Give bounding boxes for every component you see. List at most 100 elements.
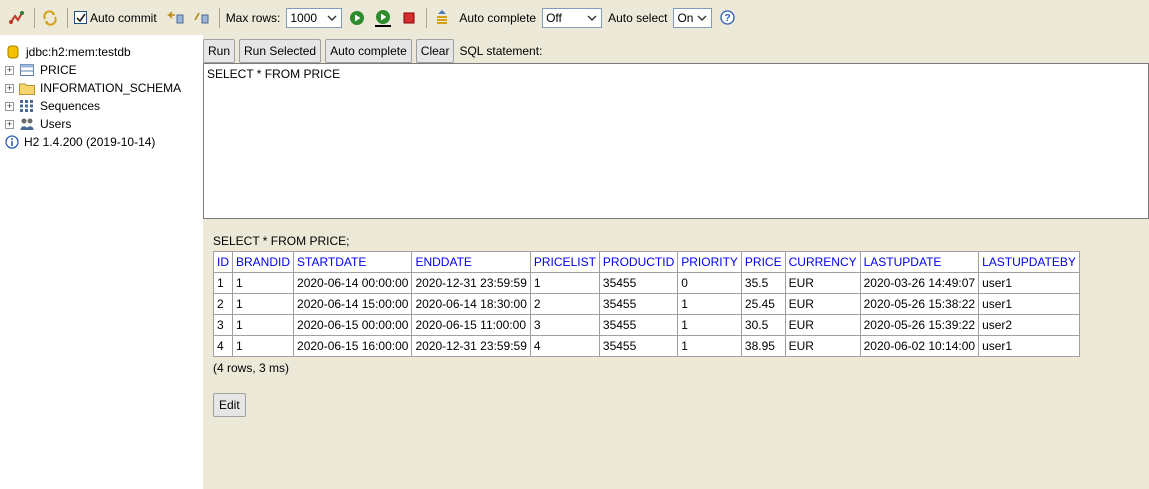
sql-editor[interactable]: SELECT * FROM PRICE — [203, 63, 1149, 219]
run-selected-icon[interactable] — [374, 9, 392, 27]
table-cell: 2020-12-31 23:59:59 — [411, 272, 531, 294]
svg-text:?: ? — [724, 13, 730, 24]
query-button-bar: Run Run Selected Auto complete Clear SQL… — [203, 39, 542, 63]
auto-select-label: Auto select — [608, 10, 668, 25]
table-cell: 1 — [231, 335, 295, 357]
edit-button[interactable]: Edit — [213, 393, 246, 417]
sql-statement-label: SQL statement: — [459, 44, 543, 58]
toolbar-separator — [67, 7, 68, 28]
table-cell: 35455 — [598, 272, 679, 294]
chevron-down-icon — [585, 11, 599, 25]
table-cell: 2020-06-02 10:14:00 — [859, 335, 980, 357]
run-button[interactable]: Run — [203, 39, 236, 63]
clear-button[interactable]: Clear — [415, 39, 455, 63]
tree-item-users[interactable]: + Users — [5, 115, 203, 133]
table-cell: 2020-05-26 15:38:22 — [859, 293, 980, 315]
table-icon — [19, 63, 35, 77]
table-cell: 35455 — [598, 314, 679, 336]
table-cell: user1 — [978, 293, 1080, 315]
tree-item-label: INFORMATION_SCHEMA — [40, 81, 182, 95]
column-header-id[interactable]: ID — [213, 251, 233, 273]
toolbar-separator — [426, 7, 428, 28]
result-panel: SELECT * FROM PRICE; ID BRANDID STARTDATE E… — [213, 234, 1080, 417]
table-cell: 1 — [231, 314, 295, 336]
table-cell: 2020-03-26 14:49:07 — [859, 272, 980, 294]
table-cell: user2 — [978, 314, 1080, 336]
table-cell: 35455 — [598, 335, 679, 357]
run-icon[interactable] — [348, 9, 366, 27]
column-header-startdate[interactable]: STARTDATE — [293, 251, 413, 273]
result-table: ID BRANDID STARTDATE ENDDATE PRICELIST PRODUC… — [213, 251, 1080, 357]
table-cell: 2020-06-15 16:00:00 — [293, 335, 413, 357]
column-header-enddate[interactable]: ENDDATE — [411, 251, 531, 273]
column-header-pricelist[interactable]: PRICELIST — [529, 251, 600, 273]
max-rows-select[interactable]: 1000 — [286, 7, 343, 28]
info-icon — [5, 135, 19, 149]
column-header-price[interactable]: PRICE — [740, 251, 786, 273]
table-cell: user1 — [978, 272, 1080, 294]
expand-icon[interactable]: + — [5, 101, 14, 111]
result-header-row: ID BRANDID STARTDATE ENDDATE PRICELIST PRODUC… — [213, 251, 1080, 273]
sequences-icon — [19, 99, 35, 113]
expand-icon[interactable]: + — [5, 65, 14, 75]
table-cell: 38.95 — [740, 335, 786, 357]
table-cell: 2020-05-26 15:39:22 — [859, 314, 980, 336]
table-cell: EUR — [784, 272, 861, 294]
expand-icon[interactable]: + — [5, 119, 14, 129]
refresh-icon[interactable] — [41, 9, 59, 27]
table-cell: 1 — [677, 335, 742, 357]
table-cell: 3 — [213, 314, 233, 336]
column-header-currency[interactable]: CURRENCY — [784, 251, 861, 273]
max-rows-label: Max rows: — [225, 10, 281, 25]
table-cell: 2020-06-14 00:00:00 — [293, 272, 413, 294]
help-icon[interactable]: ? — [718, 9, 736, 27]
disconnect-icon[interactable] — [8, 9, 26, 27]
table-cell: 3 — [529, 314, 600, 336]
table-cell: 1 — [529, 272, 600, 294]
table-row: 2 1 2020-06-14 15:00:00 2020-06-14 18:30:00… — [213, 293, 1080, 315]
auto-select-value: On — [677, 10, 694, 25]
auto-complete-value: Off — [546, 10, 562, 25]
stop-icon[interactable] — [400, 9, 418, 27]
tree-item-price[interactable]: + PRICE — [5, 61, 203, 79]
expand-icon[interactable]: + — [5, 83, 14, 93]
column-header-brandid[interactable]: BRANDID — [231, 251, 295, 273]
table-cell: 0 — [677, 272, 742, 294]
tree-item-information-schema[interactable]: + INFORMATION_SCHEMA — [5, 79, 203, 97]
column-header-productid[interactable]: PRODUCTID — [598, 251, 679, 273]
table-cell: user1 — [978, 335, 1080, 357]
rollback-icon[interactable] — [166, 9, 185, 27]
table-cell: 1 — [213, 272, 233, 294]
auto-commit-label: Auto commit — [90, 10, 157, 25]
auto-select-select[interactable]: On — [673, 7, 713, 28]
column-header-lastupdateby[interactable]: LASTUPDATEBY — [978, 251, 1080, 273]
history-icon[interactable] — [433, 9, 451, 27]
column-header-lastupdate[interactable]: LASTUPDATE — [859, 251, 980, 273]
chevron-down-icon — [695, 11, 709, 25]
auto-commit-checkbox[interactable] — [74, 11, 87, 24]
auto-commit-toggle[interactable]: Auto commit — [74, 11, 157, 25]
auto-complete-button[interactable]: Auto complete — [325, 39, 412, 63]
tree-connection[interactable]: jdbc:h2:mem:testdb — [5, 43, 203, 61]
table-cell: 30.5 — [740, 314, 786, 336]
table-row: 3 1 2020-06-15 00:00:00 2020-06-15 11:00:00… — [213, 314, 1080, 336]
table-cell: EUR — [784, 335, 861, 357]
commit-icon[interactable] — [193, 9, 211, 27]
table-cell: 2020-06-15 00:00:00 — [293, 314, 413, 336]
table-cell: EUR — [784, 293, 861, 315]
table-cell: 4 — [213, 335, 233, 357]
tree-item-label: PRICE — [40, 63, 77, 77]
chevron-down-icon — [325, 11, 339, 25]
tree-item-sequences[interactable]: + Sequences — [5, 97, 203, 115]
auto-complete-select[interactable]: Off — [542, 7, 603, 28]
result-query-text: SELECT * FROM PRICE; — [213, 234, 350, 248]
table-cell: 1 — [231, 293, 295, 315]
tree-connection-label: jdbc:h2:mem:testdb — [26, 45, 131, 59]
column-header-priority[interactable]: PRIORITY — [677, 251, 742, 273]
main-panel: Run Run Selected Auto complete Clear SQL… — [203, 35, 1149, 489]
toolbar: Auto commit Max rows: 1000 Auto complete… — [0, 0, 1149, 35]
table-cell: 4 — [529, 335, 600, 357]
folder-icon — [19, 81, 35, 95]
table-cell: 2020-06-14 15:00:00 — [293, 293, 413, 315]
run-selected-button[interactable]: Run Selected — [239, 39, 322, 63]
